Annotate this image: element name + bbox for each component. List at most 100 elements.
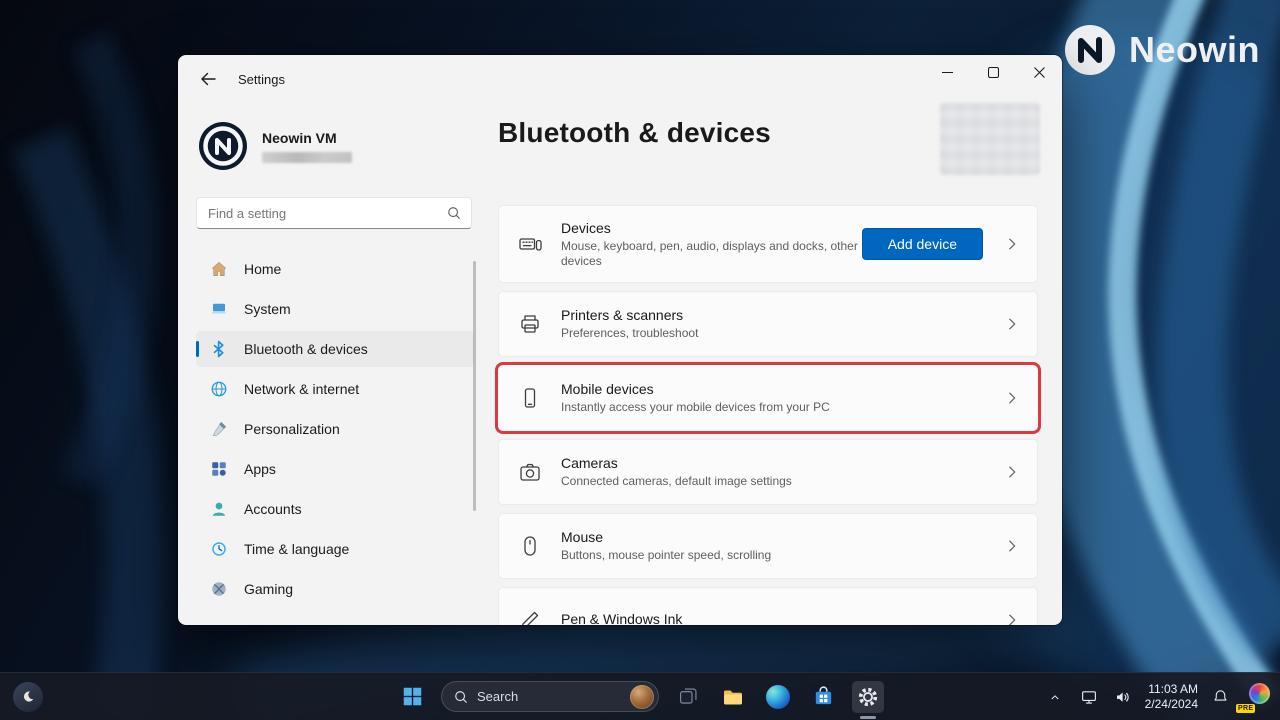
insider-preview-badge[interactable]: PRE <box>1242 681 1270 713</box>
chevron-up-icon <box>1048 690 1062 704</box>
sidebar-item-home[interactable]: Home <box>196 251 474 287</box>
search-input[interactable] <box>196 197 472 229</box>
window-title: Settings <box>238 72 285 87</box>
card-cameras[interactable]: Cameras Connected cameras, default image… <box>498 439 1038 505</box>
sidebar-item-label: Home <box>244 261 281 277</box>
apps-icon <box>210 460 228 478</box>
time-language-icon <box>210 540 228 558</box>
sidebar-nav: Home System Bluetooth & devices <box>196 251 474 607</box>
sidebar: Neowin VM Home <box>178 103 486 625</box>
taskbar-search-label: Search <box>477 689 518 704</box>
chevron-right-icon <box>1005 317 1019 331</box>
back-arrow-icon <box>200 71 216 87</box>
folder-icon <box>721 685 745 709</box>
taskbar-search[interactable]: Search <box>441 681 659 712</box>
network-tray-button[interactable] <box>1077 682 1101 712</box>
store-icon <box>812 685 835 708</box>
user-account[interactable]: Neowin VM <box>198 121 472 171</box>
taskbar-center: Search <box>396 681 884 713</box>
moon-icon <box>20 689 36 705</box>
settings-taskbar-button[interactable] <box>852 681 884 713</box>
card-mouse[interactable]: Mouse Buttons, mouse pointer speed, scro… <box>498 513 1038 579</box>
sidebar-item-bluetooth-devices[interactable]: Bluetooth & devices <box>196 331 474 367</box>
sidebar-item-network-internet[interactable]: Network & internet <box>196 371 474 407</box>
card-text: Mouse Buttons, mouse pointer speed, scro… <box>561 529 771 563</box>
card-title: Mouse <box>561 529 771 545</box>
redacted-area <box>940 103 1040 175</box>
card-text: Pen & Windows Ink <box>561 611 682 626</box>
chevron-right-icon <box>1005 613 1019 625</box>
user-meta: Neowin VM <box>262 130 352 163</box>
card-title: Pen & Windows Ink <box>561 611 682 626</box>
chevron-right-icon <box>1005 539 1019 553</box>
user-email-redacted <box>262 152 352 163</box>
card-printers-scanners[interactable]: Printers & scanners Preferences, trouble… <box>498 291 1038 357</box>
neowin-logo-icon <box>1064 24 1116 76</box>
sidebar-scrollbar[interactable] <box>473 261 476 511</box>
camera-icon <box>517 460 543 484</box>
widgets-weather-button[interactable] <box>13 682 43 712</box>
task-view-button[interactable] <box>672 681 704 713</box>
network-icon <box>210 380 228 398</box>
neowin-wordmark: Neowin <box>1129 29 1260 71</box>
card-text: Mobile devices Instantly access your mob… <box>561 381 830 415</box>
card-devices[interactable]: Devices Mouse, keyboard, pen, audio, dis… <box>498 205 1038 283</box>
file-explorer-button[interactable] <box>717 681 749 713</box>
sidebar-item-apps[interactable]: Apps <box>196 451 474 487</box>
back-button[interactable] <box>190 64 226 94</box>
notification-bell-button[interactable] <box>1208 682 1232 712</box>
search-icon <box>447 206 461 220</box>
desktop: Neowin Settings <box>0 0 1280 720</box>
card-title: Cameras <box>561 455 792 471</box>
volume-tray-button[interactable] <box>1111 682 1135 712</box>
clock-date: 2/24/2024 <box>1145 697 1198 712</box>
start-button[interactable] <box>396 681 428 713</box>
minimize-button[interactable] <box>924 55 970 89</box>
card-subtitle: Connected cameras, default image setting… <box>561 474 792 489</box>
card-text: Devices Mouse, keyboard, pen, audio, dis… <box>561 220 861 269</box>
settings-window: Settings <box>178 55 1062 625</box>
minimize-icon <box>942 67 953 78</box>
sidebar-item-label: Network & internet <box>244 381 359 397</box>
pen-icon <box>517 608 543 625</box>
card-text: Cameras Connected cameras, default image… <box>561 455 792 489</box>
card-subtitle: Buttons, mouse pointer speed, scrolling <box>561 548 771 563</box>
personalization-icon <box>210 420 228 438</box>
maximize-button[interactable] <box>970 55 1016 89</box>
add-device-button[interactable]: Add device <box>862 228 983 260</box>
chevron-right-icon <box>1005 391 1019 405</box>
card-mobile-devices[interactable]: Mobile devices Instantly access your mob… <box>498 365 1038 431</box>
sidebar-item-label: System <box>244 301 291 317</box>
card-pen-windows-ink[interactable]: Pen & Windows Ink <box>498 587 1038 625</box>
sidebar-item-time-language[interactable]: Time & language <box>196 531 474 567</box>
taskbar-left <box>13 682 43 712</box>
taskbar: Search <box>0 672 1280 720</box>
sidebar-item-label: Gaming <box>244 581 293 597</box>
mobile-phone-icon <box>517 386 543 410</box>
network-ethernet-icon <box>1080 688 1098 706</box>
card-subtitle: Preferences, troubleshoot <box>561 326 698 341</box>
sidebar-item-accounts[interactable]: Accounts <box>196 491 474 527</box>
taskbar-clock[interactable]: 11:03 AM 2/24/2024 <box>1145 682 1198 712</box>
windows-logo-icon <box>402 686 423 707</box>
card-text: Printers & scanners Preferences, trouble… <box>561 307 698 341</box>
main-content: Bluetooth & devices Devices <box>486 103 1062 625</box>
titlebar: Settings <box>178 55 1062 103</box>
user-avatar <box>198 121 248 171</box>
gaming-icon <box>210 580 228 598</box>
maximize-icon <box>988 67 999 78</box>
edge-icon <box>766 685 790 709</box>
window-controls <box>924 55 1062 89</box>
card-title: Printers & scanners <box>561 307 698 323</box>
sidebar-item-label: Bluetooth & devices <box>244 341 368 357</box>
bell-icon <box>1212 688 1229 705</box>
sidebar-item-personalization[interactable]: Personalization <box>196 411 474 447</box>
sidebar-item-gaming[interactable]: Gaming <box>196 571 474 607</box>
tray-chevron-button[interactable] <box>1043 682 1067 712</box>
sidebar-item-system[interactable]: System <box>196 291 474 327</box>
search-icon <box>454 690 468 704</box>
store-button[interactable] <box>807 681 839 713</box>
edge-button[interactable] <box>762 681 794 713</box>
close-button[interactable] <box>1016 55 1062 89</box>
neowin-watermark: Neowin <box>1064 24 1260 76</box>
